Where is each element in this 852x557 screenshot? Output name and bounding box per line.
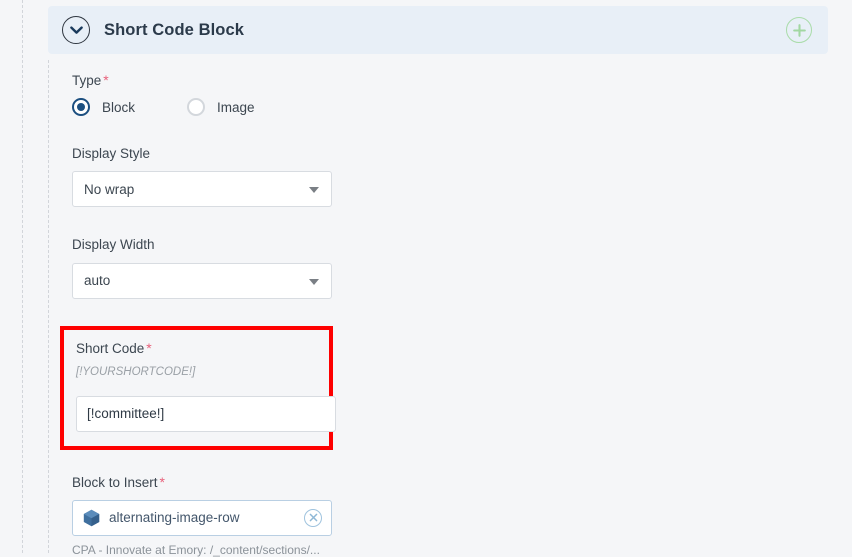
select-display-style-value: No wrap xyxy=(84,181,135,197)
field-label-type: Type * xyxy=(72,72,792,89)
page-title: Short Code Block xyxy=(104,20,245,39)
field-display-width: Display Width auto xyxy=(72,237,792,299)
field-label-type-text: Type xyxy=(72,73,102,88)
clear-circle-x-icon[interactable] xyxy=(304,508,322,527)
short-code-hint: [!YOURSHORTCODE!] xyxy=(76,365,196,378)
form-body: Type* Block Image Display Style No wrap xyxy=(60,72,792,557)
cube-icon xyxy=(83,509,100,527)
radio-mark-image[interactable] xyxy=(187,98,206,117)
required-star: * xyxy=(103,72,109,88)
required-star: * xyxy=(146,339,152,356)
block-picker-value: alternating-image-row xyxy=(109,510,240,526)
caret-down-icon[interactable] xyxy=(309,187,319,194)
field-short-code-highlighted: Short Code * [!YOURSHORTCODE!] xyxy=(60,325,336,450)
plus-icon[interactable] xyxy=(786,17,812,43)
radio-mark-block[interactable] xyxy=(72,98,90,117)
select-display-width[interactable]: auto xyxy=(72,262,332,299)
field-label-short-code-text: Short Code xyxy=(76,340,145,356)
field-label-block-to-insert-text: Block to Insert xyxy=(72,474,158,490)
field-type: Type * Block Image xyxy=(72,72,792,117)
field-label-display-width: Display Width xyxy=(72,237,792,253)
block-header: Short Code Block xyxy=(48,6,828,54)
select-display-width-value: auto xyxy=(84,273,111,289)
radio-label-block: Block xyxy=(102,99,136,115)
field-label-display-style: Display Style xyxy=(72,146,792,162)
field-display-style: Display Style No wrap xyxy=(72,146,792,208)
outer-guide-rail xyxy=(22,0,23,553)
radio-group-type: Block Image xyxy=(72,98,792,117)
short-code-block-panel: Short Code Block Type * Block Image Disp… xyxy=(48,6,828,557)
field-label-display-style-text: Display Style xyxy=(72,146,151,162)
select-display-style[interactable]: No wrap xyxy=(72,171,332,208)
radio-label-image: Image xyxy=(217,99,255,115)
radio-option-image[interactable]: Image xyxy=(187,98,255,117)
chevron-down-icon[interactable] xyxy=(62,16,90,44)
field-block-to-insert: Block to Insert* alternating-image-row xyxy=(72,474,792,557)
required-star: * xyxy=(159,473,165,490)
block-path-hint: CPA - Innovate at Emory: /_content/secti… xyxy=(72,542,320,557)
short-code-input[interactable] xyxy=(76,395,336,432)
radio-option-block[interactable]: Block xyxy=(72,98,136,117)
field-label-short-code: Short Code * xyxy=(76,340,317,357)
block-picker[interactable]: alternating-image-row xyxy=(72,499,332,536)
caret-down-icon[interactable] xyxy=(309,278,319,285)
field-label-display-width-text: Display Width xyxy=(72,237,155,253)
field-label-block-to-insert: Block to Insert * xyxy=(72,474,792,491)
